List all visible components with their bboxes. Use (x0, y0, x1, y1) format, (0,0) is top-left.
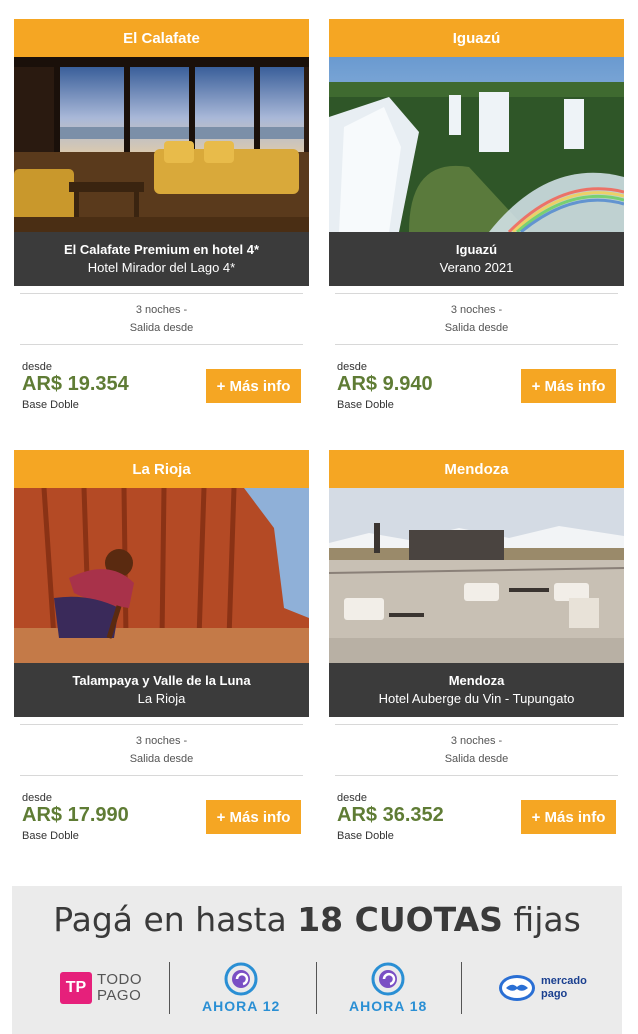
more-info-button[interactable]: + Más info (206, 800, 301, 834)
price-row: desde AR$ 9.940 Base Doble + Más info (329, 353, 624, 423)
card-caption: El Calafate Premium en hotel 4* Hotel Mi… (14, 232, 309, 286)
banner-title: Pagá en hasta 18 CUOTAS fijas (12, 900, 622, 939)
package-card-mendoza: Mendoza Mendoza Hotel Auberge du Vin - T… (329, 450, 624, 854)
package-title: El Calafate Premium en hotel 4* (63, 242, 260, 257)
more-info-button[interactable]: + Más info (206, 369, 301, 403)
nights-text: 3 noches - (450, 735, 503, 747)
price-row: desde AR$ 36.352 Base Doble + Más info (329, 784, 624, 854)
nights-text: 3 noches - (135, 304, 188, 316)
price-prefix: desde (22, 792, 52, 804)
card-caption: Iguazú Verano 2021 (329, 232, 624, 286)
card-header: Mendoza (329, 450, 624, 488)
package-card-el-calafate: El Calafate El Calafate Premium en hotel… (14, 19, 309, 423)
ahora12-icon (224, 962, 258, 996)
ahora18-icon (371, 962, 405, 996)
mercadopago-line1: mercado (541, 975, 587, 987)
package-title: Iguazú (455, 242, 498, 257)
price-row: desde AR$ 17.990 Base Doble + Más info (14, 784, 309, 854)
package-title: Talampaya y Valle de la Luna (72, 673, 251, 688)
ahora12-logo: AHORA 12 (202, 960, 280, 1016)
price-prefix: desde (337, 792, 367, 804)
package-details: 3 noches - Salida desde (20, 293, 303, 345)
banner-title-pre: Pagá en hasta (53, 900, 287, 939)
canyon-photo[interactable] (14, 488, 309, 663)
card-header: El Calafate (14, 19, 309, 57)
banner-title-post: fijas (513, 900, 581, 939)
logo-divider (316, 962, 317, 1014)
price-base: Base Doble (337, 830, 394, 842)
package-details: 3 noches - Salida desde (335, 293, 618, 345)
package-details: 3 noches - Salida desde (335, 724, 618, 776)
price-prefix: desde (22, 361, 52, 373)
nights-text: 3 noches - (450, 304, 503, 316)
handshake-icon (499, 975, 535, 1001)
todopago-line1: TODO (97, 971, 143, 988)
package-card-la-rioja: La Rioja Talampaya y Valle de la Luna La… (14, 450, 309, 854)
banner-title-bold: 18 CUOTAS (297, 900, 503, 939)
todopago-icon: TP (60, 972, 92, 1004)
card-header: Iguazú (329, 19, 624, 57)
mercadopago-logo: mercado pago (498, 960, 587, 1016)
departure-text: Salida desde (444, 753, 509, 765)
price-value: AR$ 9.940 (337, 373, 433, 395)
more-info-button[interactable]: + Más info (521, 369, 616, 403)
logo-divider (461, 962, 462, 1014)
logo-divider (169, 962, 170, 1014)
price-base: Base Doble (337, 399, 394, 411)
todopago-text: TODO PAGO (97, 972, 142, 1004)
departure-text: Salida desde (129, 322, 194, 334)
price-value: AR$ 19.354 (22, 373, 129, 395)
payment-logos: TP TODO PAGO AHORA 12 AHORA 18 mercado p… (12, 960, 622, 1016)
nights-text: 3 noches - (135, 735, 188, 747)
package-subtitle: Hotel Mirador del Lago 4* (87, 260, 236, 275)
hotel-lobby-photo[interactable] (14, 57, 309, 232)
card-caption: Mendoza Hotel Auberge du Vin - Tupungato (329, 663, 624, 717)
terrace-photo[interactable] (329, 488, 624, 663)
ahora18-logo: AHORA 18 (349, 960, 427, 1016)
package-subtitle: La Rioja (137, 691, 186, 706)
mercadopago-text: mercado pago (541, 975, 587, 1001)
todopago-line2: PAGO (97, 987, 142, 1004)
ahora12-label: AHORA 12 (202, 998, 281, 1014)
ahora18-label: AHORA 18 (349, 998, 428, 1014)
price-base: Base Doble (22, 399, 79, 411)
package-title: Mendoza (448, 673, 505, 688)
price-value: AR$ 17.990 (22, 804, 129, 826)
card-caption: Talampaya y Valle de la Luna La Rioja (14, 663, 309, 717)
waterfall-photo[interactable] (329, 57, 624, 232)
mercadopago-line2: pago (541, 988, 568, 1000)
package-subtitle: Hotel Auberge du Vin - Tupungato (378, 691, 575, 706)
card-header: La Rioja (14, 450, 309, 488)
package-details: 3 noches - Salida desde (20, 724, 303, 776)
package-card-iguazu: Iguazú Iguazú Verano 2021 3 noches - Sal… (329, 19, 624, 423)
price-row: desde AR$ 19.354 Base Doble + Más info (14, 353, 309, 423)
todopago-logo: TP TODO PAGO (60, 960, 142, 1016)
price-base: Base Doble (22, 830, 79, 842)
price-value: AR$ 36.352 (337, 804, 444, 826)
departure-text: Salida desde (129, 753, 194, 765)
payment-banner: Pagá en hasta 18 CUOTAS fijas TP TODO PA… (12, 886, 622, 1034)
more-info-button[interactable]: + Más info (521, 800, 616, 834)
package-subtitle: Verano 2021 (439, 260, 514, 275)
departure-text: Salida desde (444, 322, 509, 334)
price-prefix: desde (337, 361, 367, 373)
